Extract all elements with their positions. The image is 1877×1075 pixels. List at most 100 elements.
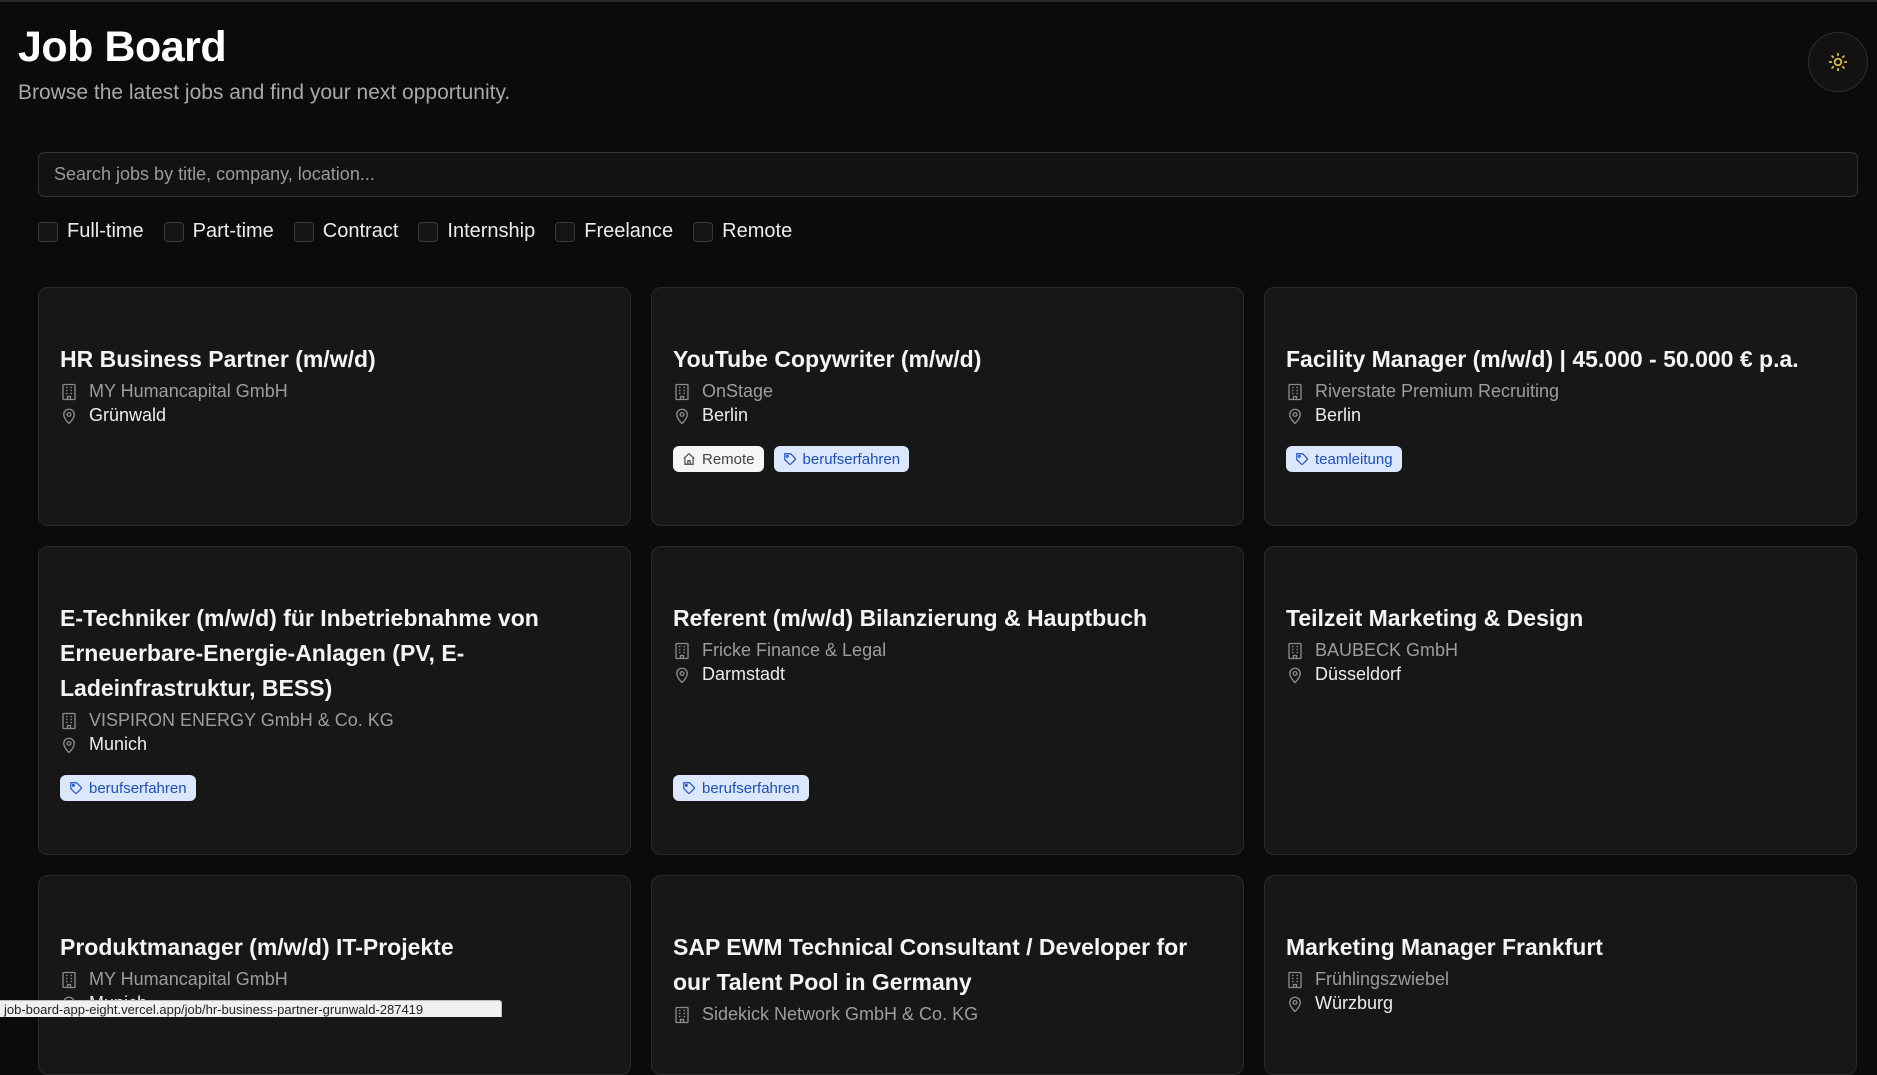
job-title: Marketing Manager Frankfurt <box>1286 934 1603 960</box>
filter-label: Internship <box>447 220 536 242</box>
filter-label: Freelance <box>584 220 674 242</box>
tag-icon <box>70 782 82 794</box>
checkbox[interactable] <box>38 221 58 242</box>
job-type-filters: Full-time Part-time Contract Internship … <box>38 220 812 243</box>
filter-freelance[interactable]: Freelance <box>555 220 673 243</box>
filter-contract[interactable]: Contract <box>293 220 399 243</box>
location-name: Munich <box>89 734 148 754</box>
tag-label: berufserfahren <box>702 779 800 797</box>
map-pin-icon <box>1289 996 1301 1012</box>
filter-label: Contract <box>322 220 399 242</box>
remote-label: Remote <box>702 450 755 468</box>
tag-icon <box>783 453 796 465</box>
map-pin-icon <box>63 408 75 424</box>
filter-internship[interactable]: Internship <box>418 220 535 243</box>
location-row: Würzburg <box>1286 993 1835 1014</box>
location-name: Würzburg <box>1315 993 1394 1013</box>
location-row: Düsseldorf <box>1286 664 1835 685</box>
job-card[interactable]: Facility Manager (m/w/d) | 45.000 - 50.0… <box>1264 287 1857 526</box>
tag-badge[interactable]: teamleitung <box>1286 446 1402 472</box>
top-border <box>0 0 1877 2</box>
location-row: Berlin <box>1286 405 1835 426</box>
company-row: Frühlingszwiebel <box>1286 969 1835 990</box>
job-card[interactable]: YouTube Copywriter (m/w/d) OnStage Berli… <box>651 287 1244 526</box>
job-title: Teilzeit Marketing & Design <box>1286 605 1584 631</box>
checkbox[interactable] <box>293 221 314 242</box>
location-row: Darmstadt <box>673 664 1222 685</box>
company-name: BAUBECK GmbH <box>1315 640 1459 660</box>
job-card[interactable]: E-Techniker (m/w/d) für Inbetriebnahme v… <box>38 546 631 855</box>
checkbox[interactable] <box>693 221 714 242</box>
filter-part-time[interactable]: Part-time <box>163 220 274 243</box>
home-icon <box>683 452 695 465</box>
company-name: Sidekick Network GmbH & Co. KG <box>702 1004 979 1024</box>
link-preview-status-bar: job-board-app-eight.vercel.app/job/hr-bu… <box>0 1000 502 1017</box>
checkbox[interactable] <box>555 221 576 242</box>
tag-badge[interactable]: berufserfahren <box>673 775 809 801</box>
building-icon <box>62 712 76 729</box>
company-name: Frühlingszwiebel <box>1315 969 1450 989</box>
company-name: VISPIRON ENERGY GmbH & Co. KG <box>89 710 394 730</box>
tag-icon <box>1296 453 1308 465</box>
tag-label: berufserfahren <box>802 450 901 468</box>
filter-label: Full-time <box>67 220 144 242</box>
building-icon <box>675 1006 689 1023</box>
map-pin-icon <box>1289 667 1301 683</box>
location-name: Berlin <box>1315 405 1362 425</box>
building-icon <box>62 971 76 988</box>
company-name: OnStage <box>702 381 774 401</box>
building-icon <box>1288 971 1302 988</box>
job-card[interactable]: Marketing Manager Frankfurt Frühlingszwi… <box>1264 875 1857 1075</box>
job-card[interactable]: Referent (m/w/d) Bilanzierung & Hauptbuc… <box>651 546 1244 855</box>
building-icon <box>675 642 689 659</box>
company-row: MY Humancapital GmbH <box>60 381 609 402</box>
checkbox[interactable] <box>418 221 439 242</box>
remote-badge[interactable]: Remote <box>673 446 764 472</box>
filter-remote[interactable]: Remote <box>693 220 792 243</box>
filter-full-time[interactable]: Full-time <box>38 220 144 243</box>
job-title: Facility Manager (m/w/d) | 45.000 - 50.0… <box>1286 346 1799 372</box>
tag-label: berufserfahren <box>89 779 187 797</box>
job-title: E-Techniker (m/w/d) für Inbetriebnahme v… <box>60 605 539 701</box>
tag-label: teamleitung <box>1315 450 1393 468</box>
location-name: Grünwald <box>89 405 167 425</box>
job-card[interactable]: SAP EWM Technical Consultant / Developer… <box>651 875 1244 1075</box>
map-pin-icon <box>676 667 688 683</box>
location-row: Munich <box>60 734 609 755</box>
page-subtitle: Browse the latest jobs and find your nex… <box>18 81 511 105</box>
company-name: Riverstate Premium Recruiting <box>1315 381 1560 401</box>
company-row: VISPIRON ENERGY GmbH & Co. KG <box>60 710 609 731</box>
tag-badge[interactable]: berufserfahren <box>773 446 910 472</box>
job-title: Referent (m/w/d) Bilanzierung & Hauptbuc… <box>673 605 1148 631</box>
checkbox[interactable] <box>163 221 184 242</box>
page-title: Job Board <box>18 23 227 71</box>
search-input[interactable] <box>38 152 1858 197</box>
job-title: SAP EWM Technical Consultant / Developer… <box>673 934 1188 995</box>
tag-badge[interactable]: berufserfahren <box>60 775 196 801</box>
building-icon <box>1288 642 1302 659</box>
company-row: BAUBECK GmbH <box>1286 640 1835 661</box>
company-row: Riverstate Premium Recruiting <box>1286 381 1835 402</box>
location-name: Berlin <box>702 405 749 425</box>
company-row: MY Humancapital GmbH <box>60 969 609 990</box>
location-row: Berlin <box>673 405 1222 426</box>
job-card[interactable]: Teilzeit Marketing & Design BAUBECK GmbH… <box>1264 546 1857 855</box>
theme-toggle-button[interactable] <box>1808 32 1868 92</box>
map-pin-icon <box>63 737 75 753</box>
tag-list: teamleitung <box>1286 446 1835 472</box>
filter-label: Remote <box>722 220 793 242</box>
company-row: OnStage <box>673 381 1222 402</box>
job-card[interactable]: Produktmanager (m/w/d) IT-Projekte MY Hu… <box>38 875 631 1075</box>
job-card[interactable]: HR Business Partner (m/w/d) MY Humancapi… <box>38 287 631 526</box>
job-title: HR Business Partner (m/w/d) <box>60 346 376 372</box>
job-title: YouTube Copywriter (m/w/d) <box>673 346 982 372</box>
company-row: Fricke Finance & Legal <box>673 640 1222 661</box>
map-pin-icon <box>676 408 688 424</box>
location-name: Düsseldorf <box>1315 664 1402 684</box>
company-name: MY Humancapital GmbH <box>89 969 288 989</box>
sun-icon <box>1828 52 1848 72</box>
company-name: MY Humancapital GmbH <box>89 381 288 401</box>
tag-list: berufserfahren <box>673 775 1222 801</box>
filter-label: Part-time <box>192 220 274 242</box>
location-row: Grünwald <box>60 405 609 426</box>
